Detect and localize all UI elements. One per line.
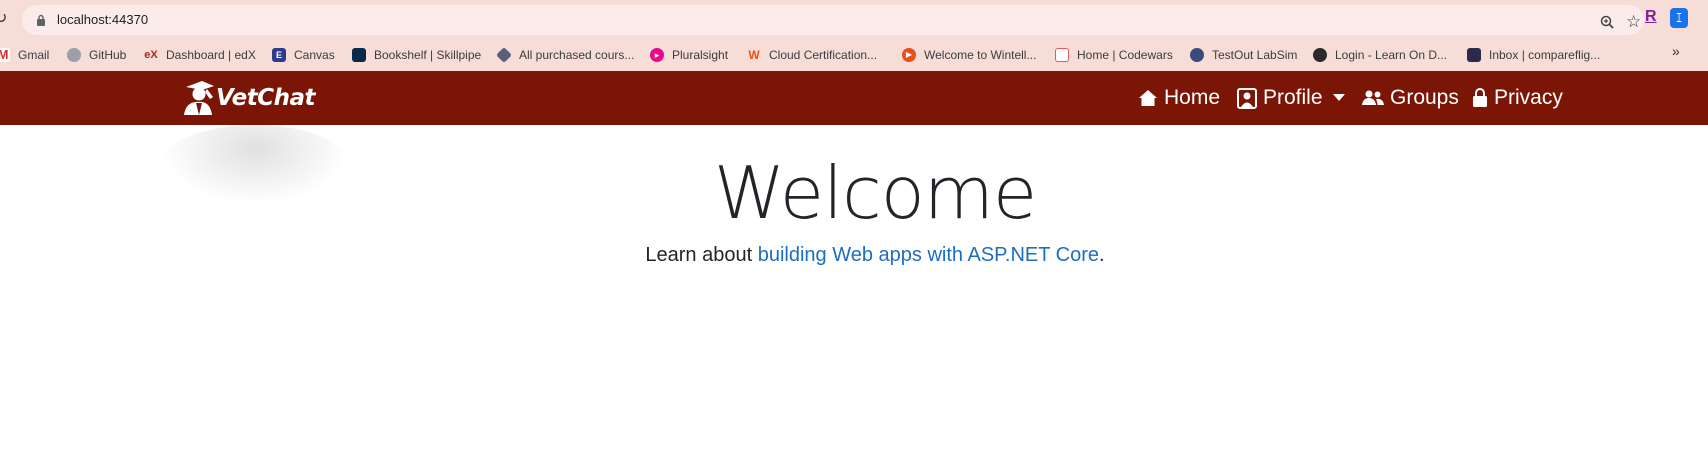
bookmark-label: GitHub (89, 48, 127, 62)
nav-profile-label: Profile (1263, 86, 1323, 109)
home-icon (1139, 90, 1157, 106)
lock-icon (1473, 88, 1487, 107)
nav-home-label: Home (1164, 86, 1221, 109)
lock-icon (37, 14, 45, 26)
udemy-icon (496, 47, 512, 63)
bookmark-label: Home | Codewars (1077, 48, 1173, 62)
bookmark-skillpipe[interactable]: Bookshelf | Skillpipe (352, 46, 481, 64)
url-text[interactable]: localhost:44370 (57, 12, 148, 27)
globe-icon (1313, 48, 1327, 62)
bookmark-label: Gmail (18, 48, 50, 62)
bookmark-label: Cloud Certification... (769, 48, 878, 62)
bookmark-label: TestOut LabSim (1212, 48, 1298, 62)
nav-home[interactable]: Home (1138, 71, 1220, 125)
bookmark-label: Inbox | compareflig... (1489, 48, 1601, 62)
bookmark-label: Dashboard | edX (166, 48, 256, 62)
bookmark-label: Pluralsight (672, 48, 729, 62)
bookmark-canvas[interactable]: E Canvas (272, 46, 335, 64)
wintellect-icon: ▶ (902, 48, 916, 62)
bookmark-compareflights[interactable]: Inbox | compareflig... (1467, 46, 1600, 64)
reload-icon[interactable]: ↻ (0, 10, 12, 28)
bookmark-label: Login - Learn On D... (1335, 48, 1448, 62)
bookmark-label: Canvas (294, 48, 335, 62)
address-bar[interactable]: localhost:44370 ☆ (22, 5, 1644, 35)
bookmarks-bar: M Gmail GitHub eX Dashboard | edX E Canv… (0, 39, 1708, 71)
veteran-salute-icon (184, 81, 214, 115)
brand-logo[interactable]: VetChat (180, 79, 316, 117)
nav-privacy-label: Privacy (1494, 86, 1563, 109)
groups-icon (1362, 90, 1384, 105)
main-content: Welcome Learn about building Web apps wi… (0, 125, 1708, 461)
extension-r-icon[interactable]: R (1645, 8, 1661, 28)
bookmark-label: All purchased cours... (519, 48, 635, 62)
nav-profile-dropdown[interactable]: Profile (1237, 71, 1345, 125)
nav-groups[interactable]: Groups (1362, 71, 1459, 125)
nav-groups-label: Groups (1390, 86, 1459, 109)
lead-suffix: . (1099, 244, 1105, 266)
more-bookmarks-icon[interactable]: » (1672, 43, 1680, 59)
lead-text: Learn about building Web apps with ASP.N… (0, 244, 1708, 267)
pluralsight-icon: ▸ (650, 48, 664, 62)
bookmark-purchased-courses[interactable]: All purchased cours... (496, 46, 635, 64)
bookmark-edx[interactable]: eX Dashboard | edX (144, 46, 256, 64)
gmail-icon: M (0, 48, 10, 62)
brand-name: VetChat (216, 85, 316, 111)
testout-icon (1190, 48, 1204, 62)
profile-icon (1237, 87, 1257, 109)
bookmark-codewars[interactable]: Home | Codewars (1055, 46, 1173, 64)
codewars-icon (1055, 48, 1069, 62)
bookmark-github[interactable]: GitHub (67, 46, 126, 64)
canvas-icon: E (272, 48, 286, 62)
lead-prefix: Learn about (645, 244, 758, 266)
extension-blue-icon[interactable]: ꕯ (1670, 8, 1688, 28)
bookmark-gmail[interactable]: M Gmail (0, 46, 49, 64)
page-title: Welcome (713, 151, 1037, 235)
skillpipe-icon (352, 48, 366, 62)
zoom-icon[interactable] (1600, 15, 1614, 29)
bookmark-learn-on-demand[interactable]: Login - Learn On D... (1313, 46, 1447, 64)
acloudguru-icon: W (748, 48, 760, 62)
bookmark-wintellect[interactable]: ▶ Welcome to Wintell... (902, 46, 1036, 64)
nav-privacy[interactable]: Privacy (1472, 71, 1563, 125)
app-navbar: VetChat Home Profile Groups Privacy (0, 71, 1708, 125)
edx-icon: eX (144, 49, 158, 61)
bookmark-cloud-certification[interactable]: W Cloud Certification... (747, 46, 877, 64)
bookmark-pluralsight[interactable]: ▸ Pluralsight (650, 46, 728, 64)
inbox-icon (1467, 48, 1481, 62)
bookmark-label: Bookshelf | Skillpipe (374, 48, 482, 62)
chevron-down-icon (1332, 93, 1345, 101)
github-icon (67, 48, 81, 62)
bookmark-testout[interactable]: TestOut LabSim (1190, 46, 1297, 64)
bookmark-label: Welcome to Wintell... (924, 48, 1037, 62)
aspnet-docs-link[interactable]: building Web apps with ASP.NET Core (758, 244, 1099, 266)
address-bar-row: ↻ localhost:44370 ☆ R ꕯ (0, 0, 1708, 39)
browser-chrome: ↻ localhost:44370 ☆ R ꕯ M Gmail GitHub e… (0, 0, 1708, 71)
bookmark-star-icon[interactable]: ☆ (1626, 13, 1644, 31)
